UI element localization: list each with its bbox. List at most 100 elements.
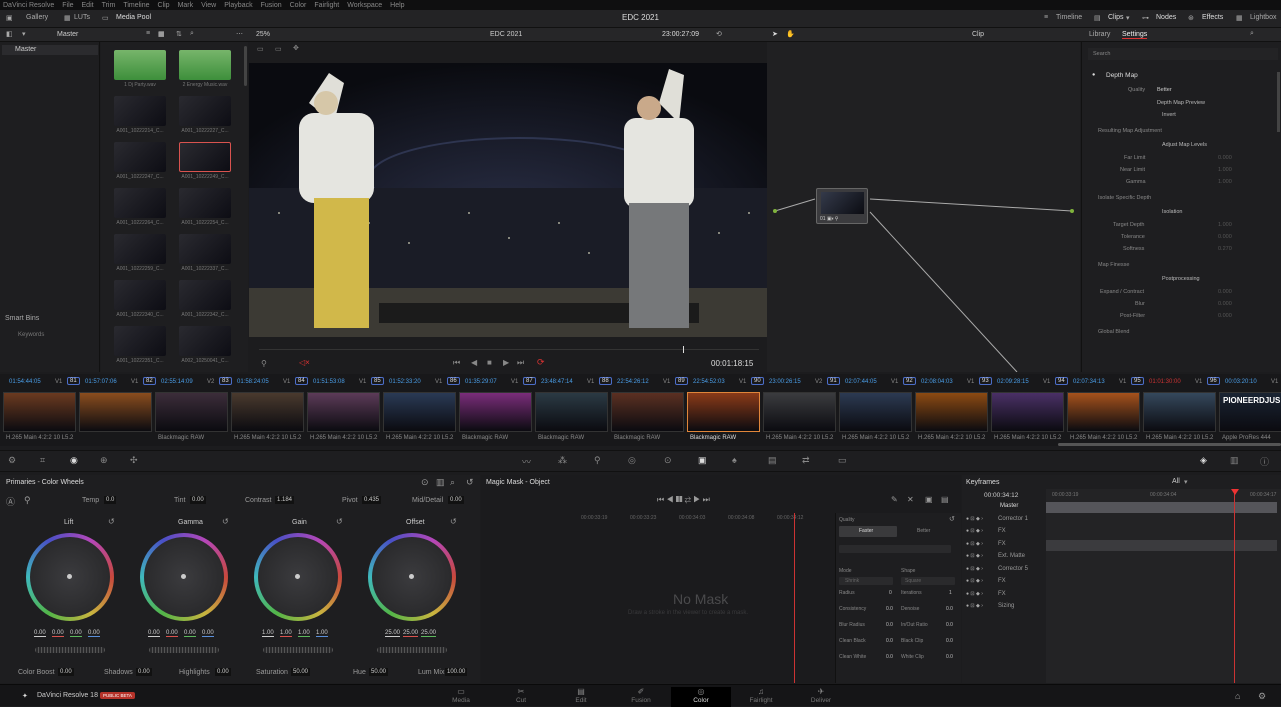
settings-scrollbar[interactable]	[1277, 72, 1280, 132]
timeline-clip[interactable]	[231, 392, 304, 432]
color-match-icon[interactable]: ⌗	[40, 455, 45, 466]
mask-black-clip-value[interactable]: 0.0	[946, 638, 953, 644]
color-warper-icon[interactable]: ⁂	[558, 455, 567, 466]
middetail-value[interactable]: 0.00	[448, 496, 464, 504]
menu-timeline[interactable]: Timeline	[123, 2, 149, 9]
menu-trim[interactable]: Trim	[102, 2, 116, 9]
gain-wheel-handle[interactable]	[295, 574, 300, 579]
stop-icon[interactable]: ■	[487, 358, 492, 367]
offset-value[interactable]: 25.00	[385, 630, 401, 637]
bin-master[interactable]: Master	[15, 46, 36, 53]
menu-fairlight[interactable]: Fairlight	[314, 2, 339, 9]
menu-color[interactable]: Color	[290, 2, 307, 9]
luts-icon[interactable]: ▦	[64, 14, 71, 22]
lift-reset-icon[interactable]: ↺	[108, 517, 115, 526]
kf-row-label[interactable]: Master	[1000, 503, 1018, 509]
isolation-checkbox[interactable]: Isolation	[1162, 209, 1183, 215]
viewer-image[interactable]	[249, 63, 767, 337]
gamma-value[interactable]: 0.00	[148, 630, 160, 637]
key-icon[interactable]: ▤	[768, 455, 777, 466]
grid-view-icon[interactable]: ▦	[158, 30, 165, 38]
mask-better-button[interactable]: Better	[917, 528, 930, 534]
menu-help[interactable]: Help	[390, 2, 404, 9]
resulting-map-header[interactable]: Resulting Map Adjustment	[1098, 128, 1162, 134]
kf-row-label[interactable]: FX	[998, 591, 1006, 597]
blur-icon[interactable]: ♠	[732, 455, 737, 465]
quality-dropdown[interactable]: Better	[1157, 87, 1172, 93]
bars-mode-icon[interactable]: ▥	[436, 477, 445, 488]
target-depth-value[interactable]: 1.000	[1218, 222, 1232, 228]
tolerance-value[interactable]: 0.000	[1218, 234, 1232, 240]
menu-fusion[interactable]: Fusion	[261, 2, 282, 9]
kf-row-label[interactable]: Ext. Matte	[998, 553, 1025, 559]
offset-master-wheel[interactable]	[377, 647, 447, 653]
mask-clean-black-value[interactable]: 0.0	[886, 638, 893, 644]
mask-quality-reset-icon[interactable]: ↺	[949, 515, 955, 523]
tracker-icon[interactable]: ⊙	[664, 455, 672, 466]
mask-consistency-value[interactable]: 0.0	[886, 606, 893, 612]
pointer-icon[interactable]: ➤	[772, 30, 778, 38]
far-limit-value[interactable]: 0.000	[1218, 155, 1232, 161]
play-reverse-icon[interactable]: ◀	[471, 358, 477, 367]
invert-checkbox[interactable]: Invert	[1162, 112, 1176, 118]
media-thumbnail[interactable]	[179, 326, 231, 356]
picker-icon[interactable]: ⚲	[261, 359, 267, 368]
offset-value[interactable]: 25.00	[403, 630, 419, 637]
postprocessing-checkbox[interactable]: Postprocessing	[1162, 276, 1200, 282]
isolate-depth-header[interactable]: Isolate Specific Depth	[1098, 195, 1151, 201]
timeline-clip[interactable]	[915, 392, 988, 432]
more-options-icon[interactable]: ⋯	[236, 30, 243, 38]
tint-value[interactable]: 0.00	[190, 496, 206, 504]
pivot-value[interactable]: 0.435	[362, 496, 382, 504]
post-filter-value[interactable]: 0.000	[1218, 313, 1232, 319]
qualifier-icon[interactable]: ⚲	[594, 455, 601, 466]
mask-faster-button[interactable]: Faster	[859, 528, 873, 534]
menu-view[interactable]: View	[201, 2, 216, 9]
mask-pen-icon[interactable]: ✎	[891, 495, 898, 504]
play-icon[interactable]: ▶	[503, 358, 509, 367]
sort-icon[interactable]: ⇅	[176, 30, 182, 38]
gamma-color-wheel[interactable]	[140, 533, 228, 621]
media-thumbnail[interactable]	[114, 188, 166, 218]
menu-playback[interactable]: Playback	[224, 2, 252, 9]
mask-settings-icon[interactable]: ▤	[941, 495, 949, 504]
3d-icon[interactable]: ▭	[838, 455, 847, 466]
color-wheels-icon[interactable]: ◉	[70, 455, 78, 466]
mask-clean-white-value[interactable]: 0.0	[886, 654, 893, 660]
viewer-scrubber[interactable]	[259, 349, 759, 350]
global-blend-header[interactable]: Global Blend	[1098, 329, 1130, 335]
mask-iterations-value[interactable]: 1	[949, 590, 952, 596]
kf-playhead-marker[interactable]	[1231, 489, 1239, 495]
mask-inout-ratio-value[interactable]: 0.0	[946, 622, 953, 628]
info-icon[interactable]: ⓘ	[1260, 455, 1269, 468]
offset-reset-icon[interactable]: ↺	[450, 517, 457, 526]
kf-row-controls-icon[interactable]: ● ⊡ ◆ ›	[966, 591, 983, 597]
timeline-clip[interactable]: PIONEERDJUS	[1219, 392, 1281, 432]
gallery-icon[interactable]: ▣	[6, 14, 13, 22]
mask-playhead[interactable]	[794, 513, 795, 683]
mask-shape-dropdown[interactable]: Square	[905, 578, 921, 584]
saturation-value[interactable]: 50.00	[291, 668, 311, 676]
window-icon[interactable]: ◎	[628, 455, 636, 466]
wheels-mode-icon[interactable]: ⊙	[421, 477, 429, 488]
timeline-clip[interactable]	[611, 392, 684, 432]
gamma-value[interactable]: 0.00	[202, 630, 214, 637]
keyframes-icon[interactable]: ◈	[1200, 455, 1207, 466]
sizing-icon[interactable]: ⇄	[802, 455, 810, 466]
timeline-clip[interactable]	[687, 392, 760, 432]
media-thumbnail[interactable]	[114, 96, 166, 126]
gamma-wheel-handle[interactable]	[181, 574, 186, 579]
search-icon[interactable]: ⌕	[190, 30, 194, 38]
kf-row-controls-icon[interactable]: ● ⊡ ◆ ›	[966, 528, 983, 534]
menu-clip[interactable]: Clip	[158, 2, 170, 9]
mask-overlay-icon[interactable]: ▣	[925, 495, 933, 504]
bin-master-label[interactable]: Master	[57, 31, 78, 38]
gamma-master-wheel[interactable]	[149, 647, 219, 653]
timeline-clip[interactable]	[79, 392, 152, 432]
gain-value[interactable]: 1.00	[298, 630, 310, 637]
loop-icon[interactable]: ⟲	[716, 30, 722, 38]
kf-row-controls-icon[interactable]: ● ⊡ ◆ ›	[966, 516, 983, 522]
lift-value[interactable]: 0.00	[88, 630, 100, 637]
media-thumbnail[interactable]	[114, 234, 166, 264]
lum-mix-value[interactable]: 100.00	[445, 668, 468, 676]
